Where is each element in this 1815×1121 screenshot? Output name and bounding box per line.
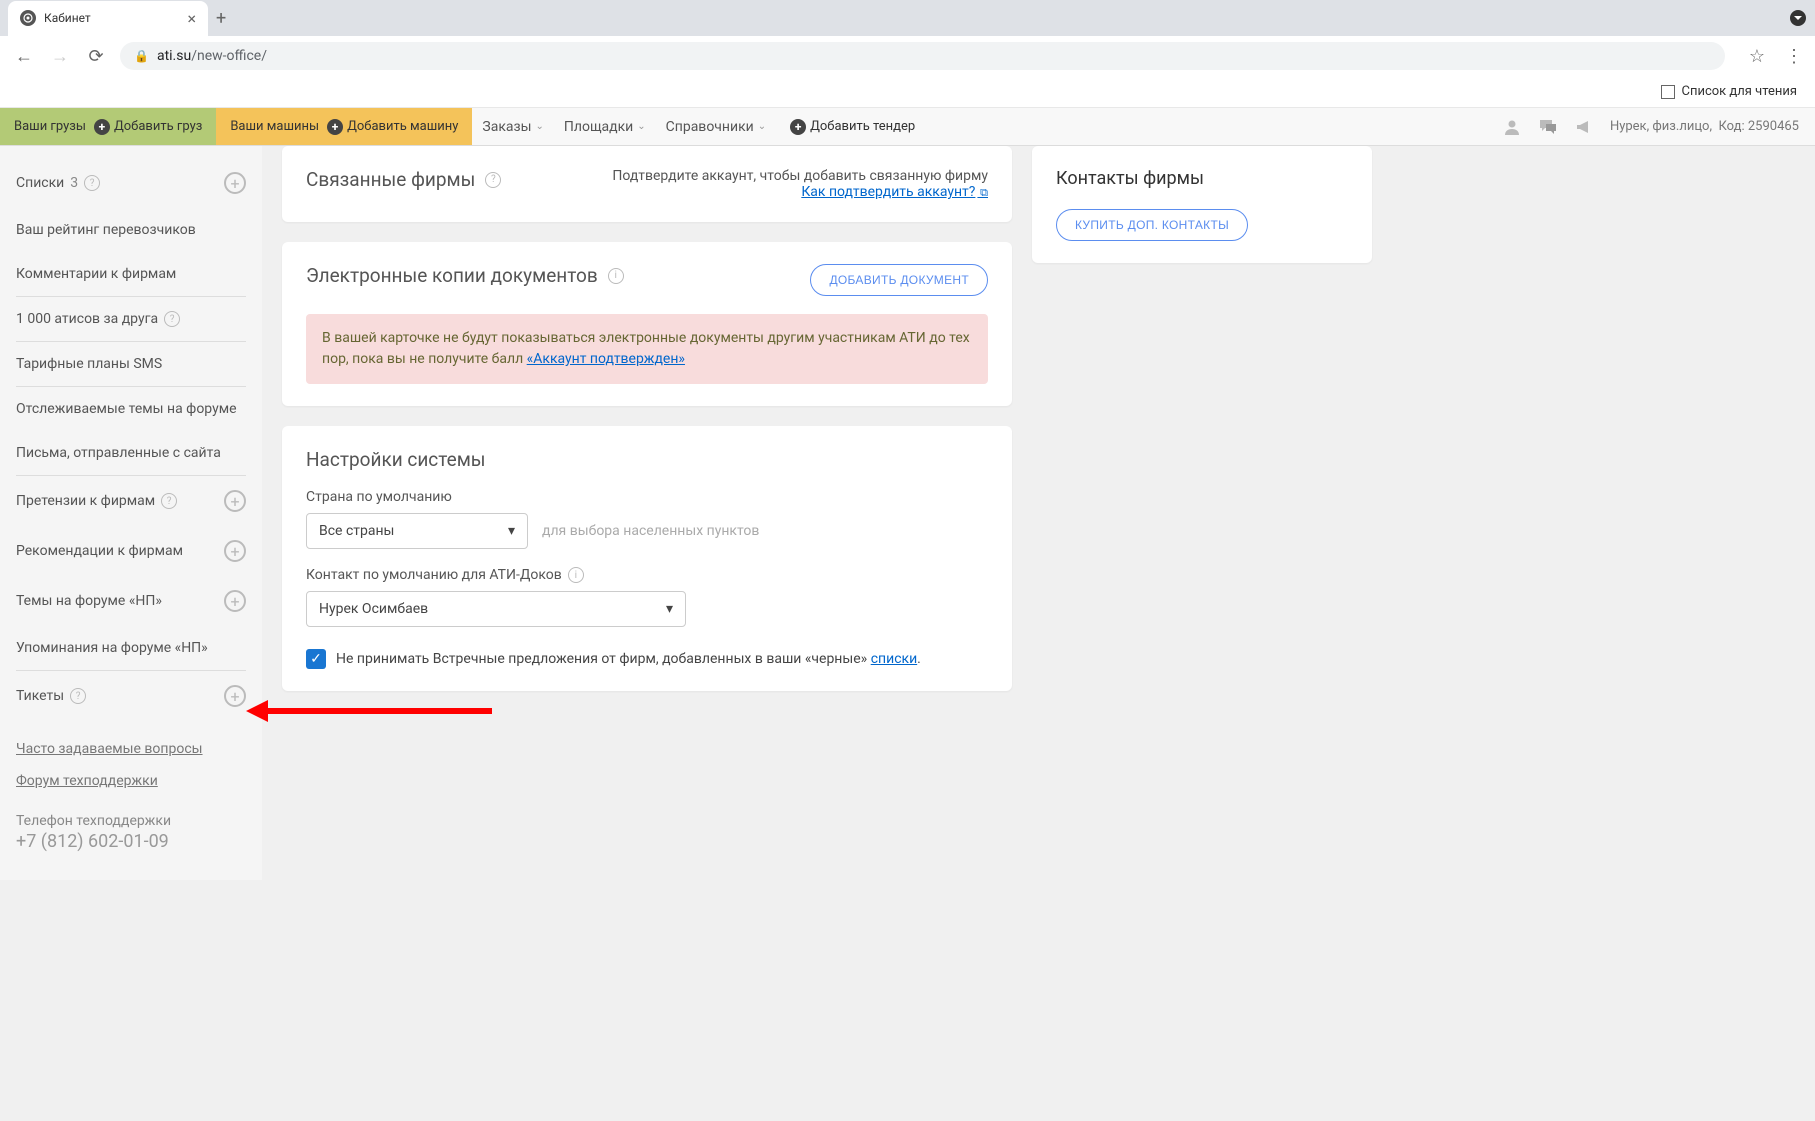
lists-link[interactable]: списки — [871, 651, 917, 667]
help-icon[interactable]: ? — [70, 688, 86, 704]
cargo-section: Ваши грузы + Добавить груз — [0, 108, 216, 145]
chevron-down-icon: ⌄ — [535, 121, 543, 132]
browser-tab-bar: Кабинет × + — [0, 0, 1815, 36]
sidebar-item-sent-letters[interactable]: Письма, отправленные с сайта — [0, 431, 262, 475]
contact-select[interactable]: Нурек Осимбаев ▾ — [306, 591, 686, 627]
support-phone-block: Телефон техподдержки +7 (812) 602-01-09 — [0, 797, 262, 868]
tab-favicon — [20, 10, 36, 26]
account-confirmed-link[interactable]: «Аккаунт подтвержден» — [527, 351, 685, 367]
country-hint: для выбора населенных пунктов — [542, 523, 759, 539]
blacklist-checkbox-label: Не принимать Встречные предложения от фи… — [336, 651, 921, 667]
plus-circle-icon: + — [790, 119, 806, 135]
new-tab-button[interactable]: + — [216, 8, 226, 29]
external-link-icon: ⧉ — [977, 186, 988, 199]
sidebar-item-bonus[interactable]: 1 000 атисов за друга ? — [0, 297, 262, 341]
browser-nav-bar: ← → ⟳ 🔒 ati.su/new-office/ ☆ ⋮ — [0, 36, 1815, 76]
lock-icon: 🔒 — [134, 49, 149, 63]
related-firms-card: Связанные фирмы ? Подтвердите аккаунт, ч… — [282, 146, 1012, 222]
add-tender-section: + Добавить тендер — [776, 108, 929, 145]
close-tab-icon[interactable]: × — [187, 9, 196, 28]
directories-dropdown[interactable]: Справочники ⌄ — [656, 108, 776, 145]
add-document-button[interactable]: ДОБАВИТЬ ДОКУМЕНТ — [810, 264, 988, 296]
help-icon[interactable]: ? — [164, 311, 180, 327]
help-icon[interactable]: ? — [84, 175, 100, 191]
address-bar[interactable]: 🔒 ati.su/new-office/ — [120, 42, 1725, 70]
toolbar-right: Нурек, физ.лицо, Код: 2590465 — [1502, 108, 1815, 145]
plus-circle-icon: + — [327, 119, 343, 135]
add-list-button[interactable]: + — [224, 172, 246, 194]
megaphone-icon[interactable] — [1574, 117, 1594, 137]
main-toolbar: Ваши грузы + Добавить груз Ваши машины +… — [0, 108, 1815, 146]
country-select[interactable]: Все страны ▾ — [306, 513, 528, 549]
system-settings-title: Настройки системы — [306, 448, 988, 471]
system-settings-card: Настройки системы Страна по умолчанию Вс… — [282, 426, 1012, 691]
user-info[interactable]: Нурек, физ.лицо, Код: 2590465 — [1610, 119, 1799, 134]
sidebar-item-np-topics[interactable]: Темы на форуме «НП» + — [0, 576, 262, 626]
add-recommendation-button[interactable]: + — [224, 540, 246, 562]
bookmark-icon[interactable]: ☆ — [1749, 46, 1765, 67]
sidebar-item-rating[interactable]: Ваш рейтинг перевозчиков — [0, 208, 262, 252]
plus-circle-icon: + — [94, 119, 110, 135]
chat-icon[interactable] — [1538, 117, 1558, 137]
support-forum-link[interactable]: Форум техподдержки — [0, 765, 262, 797]
add-cargo-button[interactable]: + Добавить груз — [94, 119, 202, 135]
help-icon[interactable]: ? — [161, 493, 177, 509]
sidebar-item-claims[interactable]: Претензии к фирмам ? + — [0, 476, 262, 526]
browser-tab[interactable]: Кабинет × — [8, 1, 208, 36]
sidebar-item-tariff-sms[interactable]: Тарифные планы SMS — [0, 342, 262, 386]
sidebar: Списки 3 ? + Ваш рейтинг перевозчиков Ко… — [0, 146, 262, 880]
contacts-card: Контакты фирмы КУПИТЬ ДОП. КОНТАКТЫ — [1032, 146, 1372, 263]
browser-menu-icon[interactable]: ⋮ — [1785, 46, 1803, 67]
related-firms-title: Связанные фирмы ? — [306, 168, 501, 191]
add-claim-button[interactable]: + — [224, 490, 246, 512]
back-button[interactable]: ← — [12, 46, 36, 67]
help-icon[interactable]: i — [608, 268, 624, 284]
user-icon[interactable] — [1502, 117, 1522, 137]
add-np-topic-button[interactable]: + — [224, 590, 246, 612]
contacts-title: Контакты фирмы — [1056, 168, 1348, 189]
url-text: ati.su/new-office/ — [157, 48, 267, 64]
chevron-down-icon: ⌄ — [758, 121, 766, 132]
country-label: Страна по умолчанию — [306, 489, 988, 505]
platforms-dropdown[interactable]: Площадки ⌄ — [554, 108, 656, 145]
reading-list-icon — [1661, 85, 1675, 99]
your-vehicles-label[interactable]: Ваши машины — [230, 119, 319, 134]
your-cargo-label[interactable]: Ваши грузы — [14, 119, 86, 134]
sidebar-item-np-mentions[interactable]: Упоминания на форуме «НП» — [0, 626, 262, 670]
faq-link[interactable]: Часто задаваемые вопросы — [0, 733, 262, 765]
documents-card: Электронные копии документов i ДОБАВИТЬ … — [282, 242, 1012, 406]
help-icon[interactable]: i — [568, 567, 584, 583]
utility-bar: Список для чтения — [0, 76, 1815, 108]
chevron-down-icon: ▾ — [508, 523, 515, 539]
sidebar-item-tickets[interactable]: Тикеты ? + — [0, 671, 262, 721]
buy-contacts-button[interactable]: КУПИТЬ ДОП. КОНТАКТЫ — [1056, 209, 1248, 241]
documents-alert: В вашей карточке не будут показываться э… — [306, 314, 988, 384]
confirm-account-link[interactable]: Как подтвердить аккаунт? ⧉ — [801, 184, 988, 200]
blacklist-checkbox-row: ✓ Не принимать Встречные предложения от … — [306, 649, 988, 669]
add-tender-button[interactable]: + Добавить тендер — [790, 119, 915, 135]
sidebar-item-recommendations[interactable]: Рекомендации к фирмам + — [0, 526, 262, 576]
help-icon[interactable]: ? — [485, 172, 501, 188]
contact-label: Контакт по умолчанию для АТИ-Доков i — [306, 567, 988, 583]
vehicles-section: Ваши машины + Добавить машину — [216, 108, 472, 145]
chevron-down-icon: ⌄ — [637, 121, 645, 132]
chevron-down-icon: ▾ — [666, 601, 673, 617]
main-content: Связанные фирмы ? Подтвердите аккаунт, ч… — [262, 146, 1815, 880]
add-vehicle-button[interactable]: + Добавить машину — [327, 119, 458, 135]
blacklist-checkbox[interactable]: ✓ — [306, 649, 326, 669]
add-ticket-button[interactable]: + — [224, 685, 246, 707]
reading-list-button[interactable]: Список для чтения — [1661, 84, 1797, 99]
browser-profile-icon[interactable] — [1789, 9, 1807, 27]
related-firms-notice: Подтвердите аккаунт, чтобы добавить связ… — [612, 168, 988, 200]
tab-title: Кабинет — [44, 11, 91, 25]
sidebar-item-forum-topics[interactable]: Отслеживаемые темы на форуме — [0, 387, 262, 431]
reload-button[interactable]: ⟳ — [84, 46, 108, 67]
sidebar-item-comments[interactable]: Комментарии к фирмам — [0, 252, 262, 296]
orders-dropdown[interactable]: Заказы ⌄ — [472, 108, 553, 145]
sidebar-item-lists[interactable]: Списки 3 ? + — [0, 158, 262, 208]
forward-button: → — [48, 46, 72, 67]
documents-title: Электронные копии документов i — [306, 264, 624, 287]
